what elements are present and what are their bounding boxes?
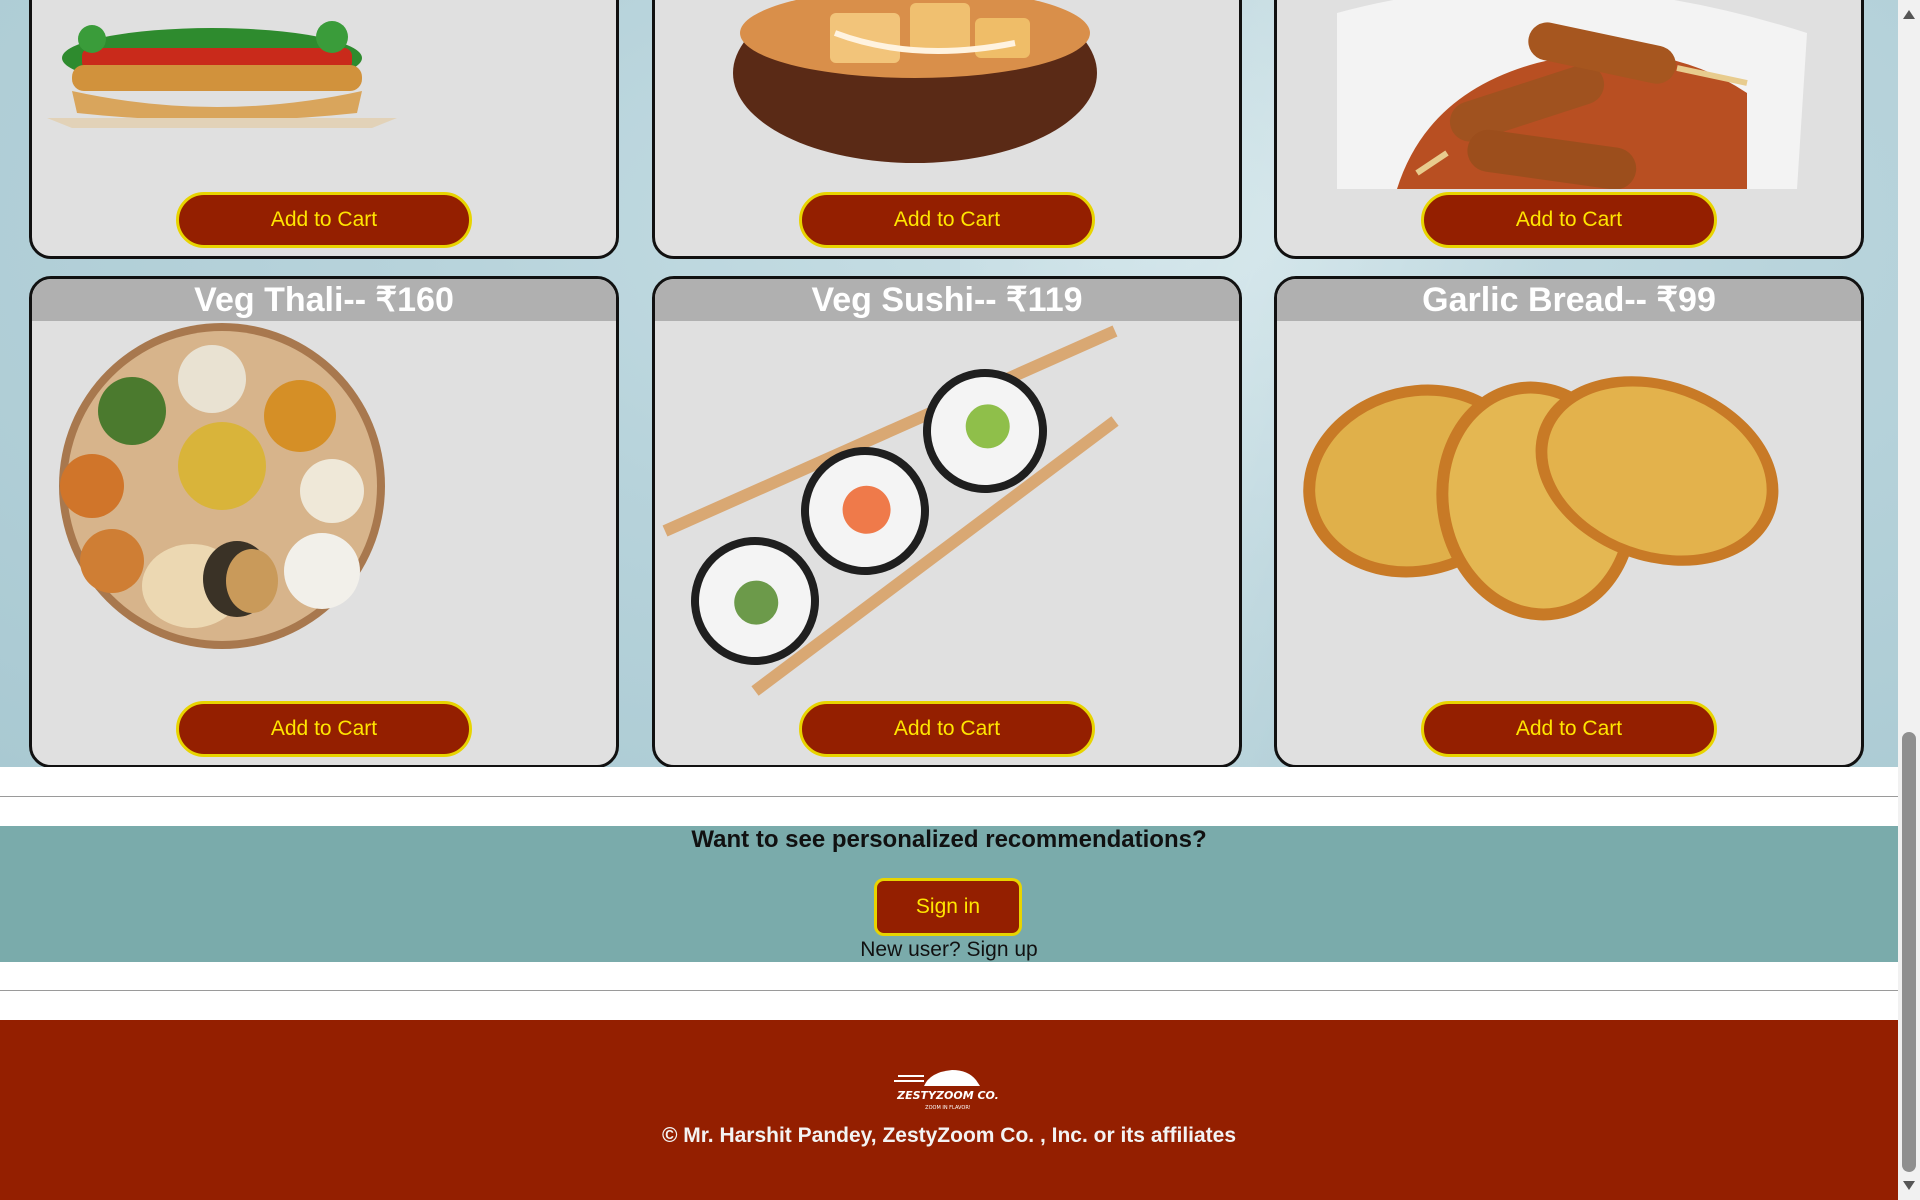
item-title: Veg Sushi-- ₹119: [655, 279, 1239, 321]
add-to-cart-button[interactable]: Add to Cart: [1421, 192, 1717, 248]
menu-card-veg-thali: Veg Thali-- ₹160 Add to Cart: [29, 276, 619, 767]
seekh-kebab-image: [1337, 0, 1807, 189]
menu-card-seekh-kebab: Add to Cart: [1274, 0, 1864, 259]
recommendation-banner: Want to see personalized recommendations…: [0, 826, 1898, 962]
veg-sushi-image: [662, 325, 1119, 696]
add-to-cart-button[interactable]: Add to Cart: [799, 192, 1095, 248]
logo-text: ZESTYZOOM CO.: [896, 1089, 999, 1102]
page: Add to Cart Add to Cart Add to Cart Veg …: [0, 0, 1898, 1200]
scrollbar-thumb[interactable]: [1902, 732, 1916, 1172]
menu-card-paneer-curry: Add to Cart: [652, 0, 1242, 259]
add-to-cart-button[interactable]: Add to Cart: [176, 701, 472, 757]
sign-in-button[interactable]: Sign in: [874, 878, 1022, 936]
sign-up-link[interactable]: Sign up: [967, 938, 1038, 961]
garlic-bread-image: [1303, 376, 1779, 621]
item-title: Garlic Bread-- ₹99: [1277, 279, 1861, 321]
scroll-down-arrow-icon[interactable]: [1903, 1181, 1915, 1190]
vertical-scrollbar[interactable]: [1898, 0, 1920, 1200]
menu-card-garlic-bread: Garlic Bread-- ₹99 Add to Cart: [1274, 276, 1864, 767]
copyright-text: © Mr. Harshit Pandey, ZestyZoom Co. , In…: [661, 1124, 1237, 1147]
add-to-cart-button[interactable]: Add to Cart: [176, 192, 472, 248]
item-title: Veg Thali-- ₹160: [32, 279, 616, 321]
new-user-prompt: New user? Sign up: [0, 938, 1898, 962]
menu-card-burger: Add to Cart: [29, 0, 619, 259]
divider: [0, 990, 1898, 991]
add-to-cart-button[interactable]: Add to Cart: [799, 701, 1095, 757]
logo-tagline: ZOOM IN FLAVOR!: [925, 1105, 971, 1111]
zestyzoom-logo-icon: ZESTYZOOM CO. ZOOM IN FLAVOR!: [894, 1070, 999, 1111]
add-to-cart-button[interactable]: Add to Cart: [1421, 701, 1717, 757]
new-user-text: New user?: [860, 938, 961, 961]
paneer-curry-image: [733, 0, 1097, 163]
footer: ZESTYZOOM CO. ZOOM IN FLAVOR! © Mr. Hars…: [0, 1020, 1898, 1200]
scroll-up-arrow-icon[interactable]: [1903, 10, 1915, 19]
divider: [0, 796, 1898, 797]
menu-card-veg-sushi: Veg Sushi-- ₹119 Add to Cart: [652, 276, 1242, 767]
menu-grid: Add to Cart Add to Cart Add to Cart Veg …: [0, 0, 1898, 767]
recommendation-question: Want to see personalized recommendations…: [691, 826, 1207, 853]
burger-image: [47, 21, 397, 128]
veg-thali-image: [59, 323, 385, 649]
